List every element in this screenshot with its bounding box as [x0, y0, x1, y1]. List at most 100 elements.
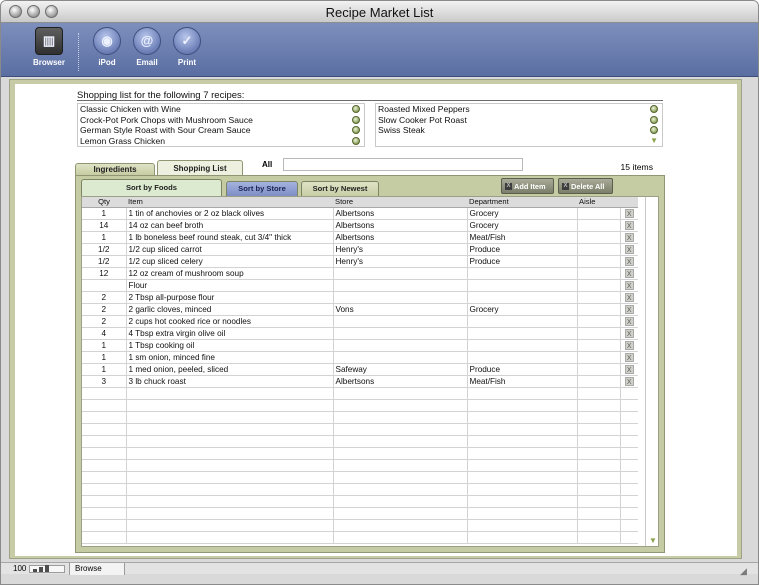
- delete-row-icon[interactable]: X: [624, 316, 634, 326]
- zoom-controls-icon[interactable]: [29, 565, 65, 573]
- cell-aisle[interactable]: [577, 243, 621, 256]
- cell-store[interactable]: [333, 279, 468, 292]
- cell-item[interactable]: 4 Tbsp extra virgin olive oil: [126, 327, 334, 340]
- cell-item[interactable]: 1 tin of anchovies or 2 oz black olives: [126, 207, 334, 220]
- cell-store[interactable]: Henry's: [333, 255, 468, 268]
- mode-indicator[interactable]: Browse: [69, 563, 125, 575]
- delete-row-icon[interactable]: X: [624, 352, 634, 362]
- delete-row-icon[interactable]: X: [624, 220, 634, 230]
- delete-row-icon[interactable]: X: [624, 364, 634, 374]
- cell-qty[interactable]: 4: [82, 327, 127, 340]
- recipe-item[interactable]: Swiss Steak: [376, 125, 662, 136]
- cell-aisle[interactable]: [577, 315, 621, 328]
- table-row[interactable]: 22 Tbsp all-purpose flour X: [82, 291, 638, 304]
- cell-item[interactable]: Flour: [126, 279, 334, 292]
- cell-department[interactable]: [467, 339, 578, 352]
- cell-department[interactable]: [467, 351, 578, 364]
- table-row[interactable]: 22 garlic cloves, minced Vons Grocery X: [82, 303, 638, 316]
- table-scrollbar[interactable]: ▼: [645, 197, 658, 546]
- table-row[interactable]: 11 sm onion, minced fine X: [82, 351, 638, 364]
- delete-row-icon[interactable]: X: [624, 328, 634, 338]
- cell-department[interactable]: Meat/Fish: [467, 375, 578, 388]
- cell-store[interactable]: [333, 267, 468, 280]
- cell-item[interactable]: 12 oz cream of mushroom soup: [126, 267, 334, 280]
- recipe-item[interactable]: Crock-Pot Pork Chops with Mushroom Sauce: [78, 115, 364, 126]
- cell-store[interactable]: Albertsons: [333, 219, 468, 232]
- cell-aisle[interactable]: [577, 291, 621, 304]
- scroll-down-icon[interactable]: ▼: [649, 536, 657, 545]
- cell-qty[interactable]: 3: [82, 375, 127, 388]
- column-header-qty[interactable]: Qty: [82, 197, 126, 208]
- delete-row-icon[interactable]: X: [624, 376, 634, 386]
- tab-sort-by-store[interactable]: Sort by Store: [226, 181, 298, 196]
- delete-row-icon[interactable]: X: [624, 304, 634, 314]
- cell-qty[interactable]: 14: [82, 219, 127, 232]
- remove-recipe-icon[interactable]: [650, 115, 658, 124]
- cell-item[interactable]: 3 lb chuck roast: [126, 375, 334, 388]
- table-row[interactable]: 11 med onion, peeled, sliced Safeway Produ…: [82, 363, 638, 376]
- table-row[interactable]: 11 tin of anchovies or 2 oz black olives…: [82, 207, 638, 220]
- cell-store[interactable]: Henry's: [333, 243, 468, 256]
- remove-recipe-icon[interactable]: [352, 136, 360, 145]
- cell-department[interactable]: [467, 267, 578, 280]
- recipe-item[interactable]: Roasted Mixed Peppers: [376, 104, 662, 115]
- table-row[interactable]: 33 lb chuck roast Albertsons Meat/Fish X: [82, 375, 638, 388]
- cell-aisle[interactable]: [577, 327, 621, 340]
- cell-aisle[interactable]: [577, 339, 621, 352]
- zoom-level[interactable]: 100: [13, 564, 26, 573]
- remove-recipe-icon[interactable]: [352, 115, 360, 124]
- cell-qty[interactable]: 12: [82, 267, 127, 280]
- cell-aisle[interactable]: [577, 219, 621, 232]
- cell-store[interactable]: Albertsons: [333, 375, 468, 388]
- cell-department[interactable]: [467, 315, 578, 328]
- cell-qty[interactable]: 1/2: [82, 255, 127, 268]
- table-row[interactable]: 11 lb boneless beef round steak, cut 3/4…: [82, 231, 638, 244]
- table-row[interactable]: Flour X: [82, 279, 638, 292]
- cell-store[interactable]: [333, 339, 468, 352]
- cell-qty[interactable]: 2: [82, 291, 127, 304]
- table-row[interactable]: 22 cups hot cooked rice or noodles X: [82, 315, 638, 328]
- cell-qty[interactable]: [82, 279, 127, 292]
- column-header-department[interactable]: Department: [467, 197, 577, 208]
- delete-row-icon[interactable]: X: [624, 340, 634, 350]
- table-row[interactable]: 44 Tbsp extra virgin olive oil X: [82, 327, 638, 340]
- cell-store[interactable]: Safeway: [333, 363, 468, 376]
- cell-store[interactable]: [333, 291, 468, 304]
- tab-shopping-list[interactable]: Shopping List: [157, 160, 243, 176]
- browser-button[interactable]: ▥ Browser: [27, 27, 71, 67]
- cell-aisle[interactable]: [577, 231, 621, 244]
- cell-qty[interactable]: 1: [82, 231, 127, 244]
- cell-department[interactable]: Grocery: [467, 219, 578, 232]
- cell-item[interactable]: 1/2 cup sliced carrot: [126, 243, 334, 256]
- cell-item[interactable]: 2 cups hot cooked rice or noodles: [126, 315, 334, 328]
- cell-department[interactable]: Produce: [467, 243, 578, 256]
- add-item-button[interactable]: X Add Item: [501, 178, 554, 194]
- delete-row-icon[interactable]: X: [624, 292, 634, 302]
- cell-aisle[interactable]: [577, 351, 621, 364]
- delete-row-icon[interactable]: X: [624, 208, 634, 218]
- cell-store[interactable]: [333, 315, 468, 328]
- cell-department[interactable]: Grocery: [467, 303, 578, 316]
- remove-recipe-icon[interactable]: [352, 126, 360, 134]
- cell-aisle[interactable]: [577, 375, 621, 388]
- remove-recipe-icon[interactable]: [352, 105, 360, 113]
- delete-row-icon[interactable]: X: [624, 244, 634, 254]
- resize-grip-icon[interactable]: ◢: [740, 566, 752, 578]
- cell-qty[interactable]: 2: [82, 315, 127, 328]
- cell-aisle[interactable]: [577, 255, 621, 268]
- cell-department[interactable]: Produce: [467, 363, 578, 376]
- cell-store[interactable]: [333, 351, 468, 364]
- cell-store[interactable]: Albertsons: [333, 207, 468, 220]
- cell-item[interactable]: 1 lb boneless beef round steak, cut 3/4"…: [126, 231, 334, 244]
- cell-store[interactable]: Albertsons: [333, 231, 468, 244]
- cell-aisle[interactable]: [577, 267, 621, 280]
- cell-item[interactable]: 2 garlic cloves, minced: [126, 303, 334, 316]
- column-header-aisle[interactable]: Aisle: [577, 197, 620, 208]
- email-button[interactable]: @ Email: [125, 27, 169, 67]
- cell-qty[interactable]: 1/2: [82, 243, 127, 256]
- tab-sort-by-foods[interactable]: Sort by Foods: [81, 179, 222, 196]
- cell-aisle[interactable]: [577, 279, 621, 292]
- cell-qty[interactable]: 1: [82, 339, 127, 352]
- cell-item[interactable]: 1/2 cup sliced celery: [126, 255, 334, 268]
- recipe-item[interactable]: Lemon Grass Chicken: [78, 136, 364, 147]
